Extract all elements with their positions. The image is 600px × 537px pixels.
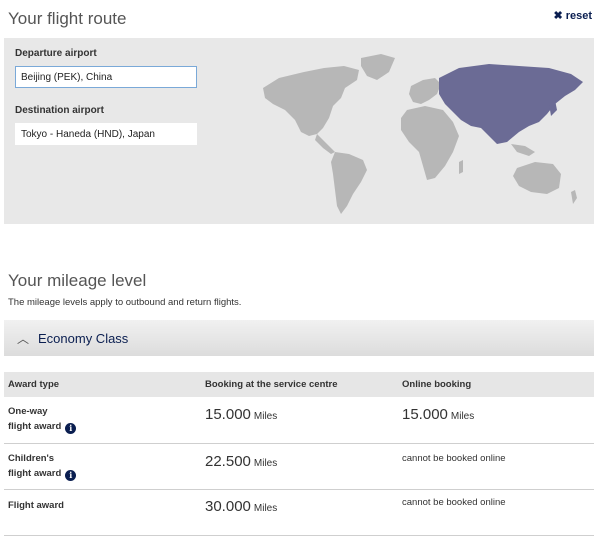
- map-central-america: [315, 134, 335, 154]
- table-row: Flight award 30.000 Miles cannot be booke…: [4, 490, 594, 536]
- class-label: Economy Class: [38, 331, 129, 346]
- map-greenland: [361, 54, 395, 80]
- service-miles-value: 22.500: [205, 453, 251, 470]
- reset-button[interactable]: ✖ reset: [553, 9, 592, 22]
- table-row: One-way flight award i 15.000 Miles 15.000…: [4, 398, 594, 444]
- map-madagascar: [459, 160, 463, 174]
- miles-unit: Miles: [253, 503, 278, 514]
- miles-unit: Miles: [253, 411, 278, 422]
- award-type-line1: Flight award: [8, 500, 64, 511]
- award-type-line2: flight award: [8, 468, 62, 479]
- award-type-line1: One-way: [8, 406, 48, 417]
- route-panel: Departure airport Beijing (PEK), China D…: [4, 38, 594, 224]
- award-type-cell: One-way flight award i: [8, 404, 77, 434]
- award-type-cell: Flight award: [8, 498, 64, 513]
- award-type-line1: Children's: [8, 453, 55, 464]
- online-booking-miles: 15.000 Miles: [402, 406, 474, 423]
- map-asia-highlight: [439, 64, 583, 144]
- destination-airport-input[interactable]: Tokyo - Haneda (HND), Japan: [15, 123, 197, 145]
- service-centre-miles: 30.000 Miles: [205, 498, 277, 515]
- economy-class-accordion[interactable]: ︿ Economy Class: [4, 320, 594, 356]
- service-miles-value: 15.000: [205, 406, 251, 423]
- miles-unit: Miles: [450, 411, 475, 422]
- map-north-america: [263, 66, 359, 136]
- map-africa: [401, 106, 459, 180]
- departure-airport-input[interactable]: Beijing (PEK), China: [15, 66, 197, 88]
- header-online-booking: Online booking: [402, 379, 472, 390]
- mileage-level-subtitle: The mileage levels apply to outbound and…: [8, 297, 242, 308]
- header-service-centre: Booking at the service centre: [205, 379, 338, 390]
- award-type-line2: flight award: [8, 421, 62, 432]
- close-icon: ✖: [553, 10, 563, 22]
- online-miles-value: 15.000: [402, 406, 448, 423]
- online-booking-unavailable: cannot be booked online: [402, 453, 506, 464]
- reset-label: reset: [565, 10, 592, 22]
- table-row: Children's flight award i 22.500 Miles can…: [4, 444, 594, 490]
- award-type-cell: Children's flight award i: [8, 451, 77, 481]
- map-new-zealand: [571, 190, 577, 204]
- service-centre-miles: 22.500 Miles: [205, 453, 277, 470]
- map-southeast-asia: [511, 144, 535, 156]
- chevron-up-icon: ︿: [17, 332, 30, 346]
- destination-label: Destination airport: [15, 105, 104, 116]
- service-miles-value: 30.000: [205, 498, 251, 515]
- service-centre-miles: 15.000 Miles: [205, 406, 277, 423]
- info-icon[interactable]: i: [65, 470, 77, 481]
- miles-unit: Miles: [253, 458, 278, 469]
- flight-route-title: Your flight route: [8, 9, 127, 28]
- table-header: Award type Booking at the service centre…: [4, 372, 594, 397]
- online-booking-unavailable: cannot be booked online: [402, 497, 506, 508]
- map-south-america: [331, 152, 367, 214]
- mileage-level-title: Your mileage level: [8, 271, 147, 290]
- header-award-type: Award type: [8, 379, 60, 390]
- map-europe: [409, 78, 441, 104]
- map-australia: [513, 162, 561, 194]
- info-icon[interactable]: i: [65, 423, 77, 434]
- departure-label: Departure airport: [15, 48, 97, 59]
- world-map: [263, 54, 583, 214]
